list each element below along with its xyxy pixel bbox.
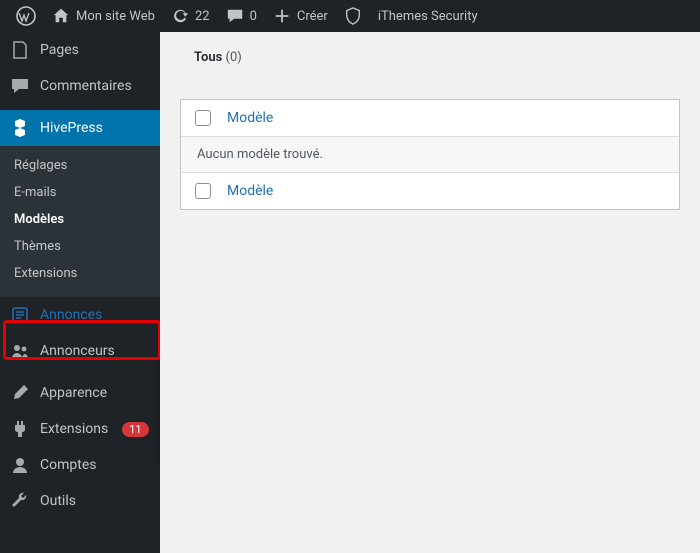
page-icon: [10, 40, 30, 60]
plus-icon: [273, 7, 291, 25]
admin-sidebar: Pages Commentaires HivePress Réglages E-…: [0, 32, 160, 553]
home-icon: [52, 7, 70, 25]
empty-message: Aucun modèle trouvé.: [195, 147, 323, 162]
list-filter[interactable]: Tous (0): [180, 50, 680, 65]
ithemes-label: iThemes Security: [378, 9, 478, 24]
submenu-themes[interactable]: Thèmes: [0, 233, 160, 260]
select-all-checkbox-footer[interactable]: [195, 183, 211, 199]
menu-outils-label: Outils: [40, 493, 76, 509]
hivepress-submenu: Réglages E-mails Modèles Thèmes Extensio…: [0, 146, 160, 297]
refresh-icon: [171, 7, 189, 25]
table-footer: Modèle: [181, 173, 679, 209]
submenu-extensions[interactable]: Extensions: [0, 260, 160, 287]
menu-pages[interactable]: Pages: [0, 32, 160, 68]
comments[interactable]: 0: [218, 0, 265, 32]
wrench-icon: [10, 491, 30, 511]
models-table: Modèle Aucun modèle trouvé. Modèle: [180, 99, 680, 210]
menu-comptes[interactable]: Comptes: [0, 447, 160, 483]
ithemes-icon-item[interactable]: [336, 0, 370, 32]
site-name: Mon site Web: [76, 9, 155, 24]
create-label: Créer: [297, 9, 328, 24]
shield-icon: [344, 7, 362, 25]
users-icon: [10, 341, 30, 361]
updates[interactable]: 22: [163, 0, 218, 32]
user-icon: [10, 455, 30, 475]
menu-comptes-label: Comptes: [40, 457, 96, 473]
admin-toolbar: Mon site Web 22 0 Créer iThemes Security: [0, 0, 700, 32]
submenu-modeles[interactable]: Modèles: [0, 206, 160, 233]
filter-label: Tous: [194, 50, 222, 65]
select-all-checkbox[interactable]: [195, 110, 211, 126]
wordpress-icon: [16, 6, 36, 26]
ithemes-security[interactable]: iThemes Security: [370, 0, 486, 32]
submenu-reglages[interactable]: Réglages: [0, 152, 160, 179]
brush-icon: [10, 383, 30, 403]
filter-count: (0): [226, 50, 242, 65]
site-home[interactable]: Mon site Web: [44, 0, 163, 32]
menu-outils[interactable]: Outils: [0, 483, 160, 519]
extensions-badge: 11: [122, 422, 148, 437]
comment-icon: [10, 76, 30, 96]
menu-annonceurs[interactable]: Annonceurs: [0, 333, 160, 369]
menu-apparence-label: Apparence: [40, 385, 107, 401]
main-content: Tous (0) Modèle Aucun modèle trouvé. Mod…: [160, 32, 700, 553]
comments-count: 0: [250, 9, 257, 24]
menu-hivepress-label: HivePress: [40, 120, 103, 136]
menu-annonces[interactable]: Annonces: [0, 297, 160, 333]
plug-icon: [10, 419, 30, 439]
menu-pages-label: Pages: [40, 42, 79, 58]
menu-commentaires[interactable]: Commentaires: [0, 68, 160, 104]
menu-apparence[interactable]: Apparence: [0, 375, 160, 411]
menu-annonceurs-label: Annonceurs: [40, 343, 115, 359]
create[interactable]: Créer: [265, 0, 336, 32]
updates-count: 22: [195, 9, 210, 24]
submenu-emails[interactable]: E-mails: [0, 179, 160, 206]
menu-commentaires-label: Commentaires: [40, 78, 132, 94]
col-modele-footer[interactable]: Modèle: [227, 183, 273, 199]
hivepress-icon: [10, 118, 30, 138]
menu-extensions[interactable]: Extensions 11: [0, 411, 160, 447]
col-modele[interactable]: Modèle: [227, 110, 273, 126]
listing-icon: [10, 305, 30, 325]
table-header: Modèle: [181, 100, 679, 137]
comment-icon: [226, 7, 244, 25]
table-empty-row: Aucun modèle trouvé.: [181, 137, 679, 173]
menu-annonces-label: Annonces: [40, 307, 102, 323]
menu-extensions-label: Extensions: [40, 421, 108, 437]
wp-logo[interactable]: [8, 0, 44, 32]
menu-hivepress[interactable]: HivePress: [0, 110, 160, 146]
